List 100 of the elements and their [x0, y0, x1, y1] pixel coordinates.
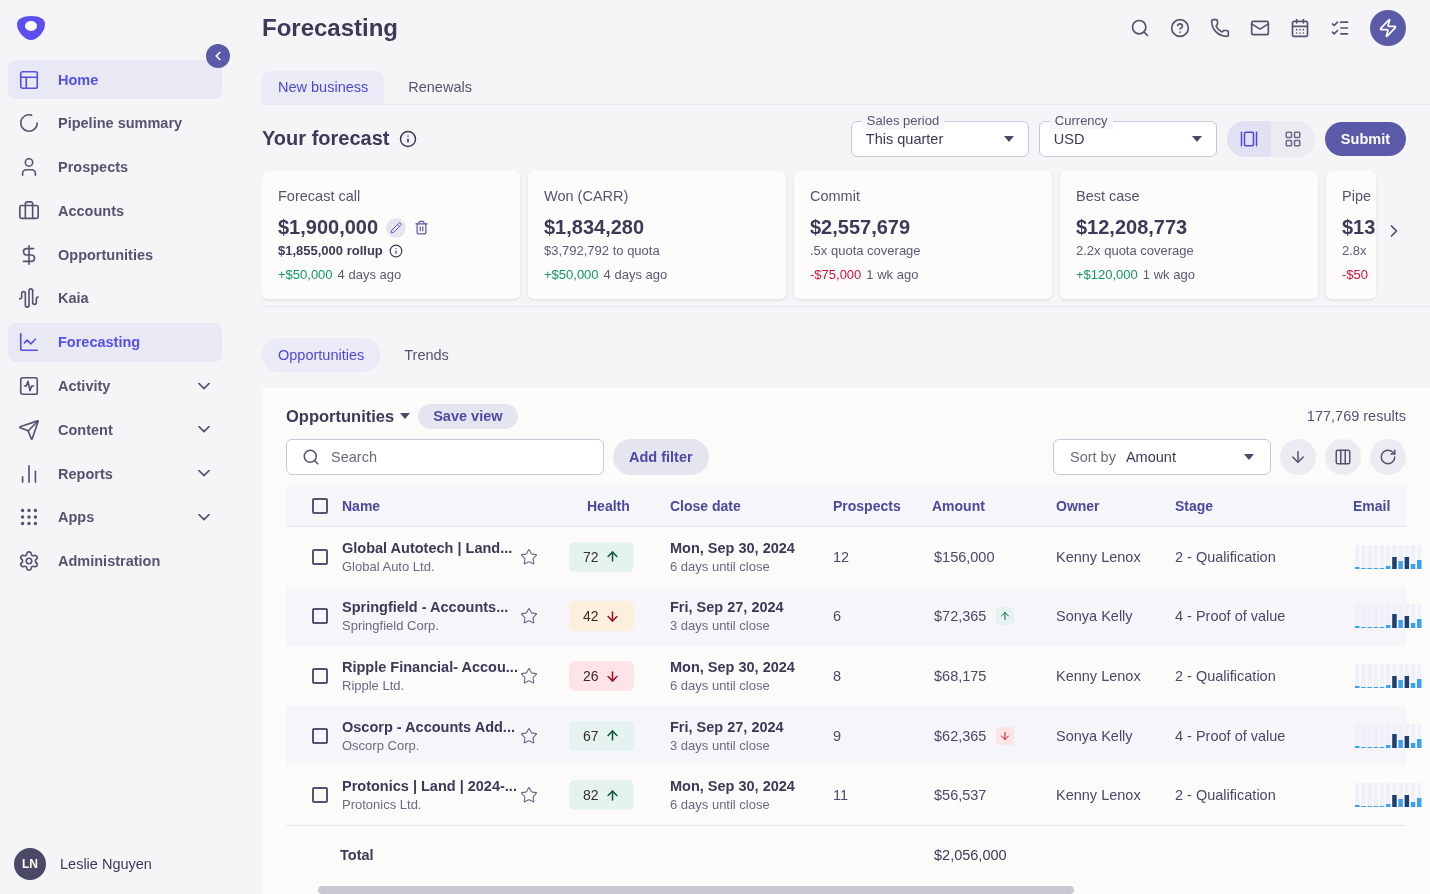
star-icon[interactable] — [520, 786, 538, 805]
help-icon[interactable] — [1170, 17, 1190, 38]
arrow-up-icon — [996, 607, 1015, 626]
caret-icon — [1191, 135, 1202, 142]
nav-item[interactable]: Apps — [8, 497, 222, 537]
layout-icon — [18, 68, 40, 91]
settings-icon — [18, 550, 40, 573]
opportunity-name[interactable]: Protonics | Land | 2024-... — [342, 778, 514, 795]
days-until-close: 3 days until close — [670, 618, 771, 634]
stage: 4 - Proof of value — [1174, 727, 1287, 744]
info-icon[interactable] — [388, 243, 403, 258]
collapse-sidebar-button[interactable] — [206, 44, 230, 68]
delete-icon[interactable] — [414, 220, 430, 236]
owner-name: Kenny Lenox — [1055, 668, 1142, 684]
star-icon[interactable] — [520, 667, 538, 685]
tab[interactable]: Renewals — [392, 70, 488, 104]
close-date: Mon, Sep 30, 2024 — [670, 539, 796, 556]
star-icon[interactable] — [520, 607, 538, 626]
scrollbar-thumb[interactable] — [318, 886, 1074, 894]
column-header[interactable]: Stage — [1159, 497, 1337, 514]
opportunity-name[interactable]: Global Autotech | Land... — [342, 539, 514, 556]
activity-icon — [18, 375, 40, 398]
column-header[interactable]: Prospects — [817, 497, 916, 514]
tab[interactable]: Opportunities — [262, 338, 381, 373]
opportunity-name[interactable]: Springfield - Accounts... — [342, 599, 514, 616]
card-subtitle: $3,792,792 to quota — [544, 243, 660, 259]
grid-icon — [1283, 129, 1302, 148]
columns-button[interactable] — [1325, 439, 1361, 476]
card-title: Best case — [1076, 187, 1141, 206]
sort-select[interactable]: Sort by Amount — [1053, 439, 1271, 476]
column-header[interactable]: Email — [1337, 497, 1406, 514]
search-field[interactable]: Search — [286, 439, 604, 476]
prospects-count: 12 — [832, 548, 851, 565]
row-checkbox[interactable] — [312, 548, 328, 565]
total-label: Total — [339, 846, 375, 863]
page-title: Forecasting — [262, 13, 400, 42]
nav-item[interactable]: Content — [8, 410, 222, 450]
refresh-button[interactable] — [1370, 439, 1406, 476]
nav-item[interactable]: Kaia — [8, 279, 222, 318]
edit-icon[interactable] — [386, 217, 407, 238]
card-time: 1 wk ago — [1142, 266, 1195, 282]
add-filter-button[interactable]: Add filter — [613, 439, 709, 476]
health-score: 72 — [569, 541, 634, 572]
nav-item[interactable]: Prospects — [8, 147, 222, 187]
view-dropdown[interactable]: Opportunities — [286, 406, 411, 426]
nav-item[interactable]: Administration — [8, 541, 222, 581]
save-view-button[interactable]: Save view — [418, 403, 518, 429]
card-title: Pipe — [1342, 187, 1373, 206]
nav-item[interactable]: Home — [8, 60, 222, 99]
opportunity-name[interactable]: Oscorp - Accounts Add... — [342, 718, 514, 735]
nav-item[interactable]: Opportunities — [8, 235, 222, 275]
briefcase-icon — [18, 199, 40, 222]
calendar-icon[interactable] — [1290, 17, 1310, 38]
star-icon[interactable] — [520, 547, 538, 566]
nav-item[interactable]: Activity — [8, 366, 222, 406]
column-header[interactable]: Owner — [1040, 497, 1159, 514]
results-count: 177,769 results — [1306, 408, 1406, 425]
amount: $156,000 — [934, 548, 995, 565]
row-checkbox[interactable] — [312, 727, 328, 744]
health-score: 42 — [569, 601, 634, 632]
row-checkbox[interactable] — [312, 608, 328, 625]
card-change: +$120,000 — [1076, 266, 1138, 282]
account-name: Oscorp Corp. — [342, 737, 421, 753]
phone-icon[interactable] — [1210, 17, 1230, 38]
column-header[interactable]: Close date — [654, 497, 817, 514]
nav-item[interactable]: Forecasting — [8, 322, 222, 362]
column-header[interactable]: Health — [569, 497, 654, 514]
sort-direction-button[interactable] — [1280, 439, 1316, 476]
nav-item[interactable]: Accounts — [8, 191, 222, 231]
arc-icon — [18, 112, 40, 135]
carousel-view-button[interactable] — [1226, 120, 1271, 157]
submit-button[interactable]: Submit — [1324, 121, 1406, 156]
card-subtitle: 2.8x — [1342, 243, 1367, 259]
refresh-icon — [1379, 448, 1397, 467]
row-checkbox[interactable] — [312, 668, 328, 684]
search-icon[interactable] — [1130, 17, 1150, 38]
info-icon[interactable] — [399, 129, 418, 148]
nav-item[interactable]: Pipeline summary — [8, 103, 222, 143]
health-score: 26 — [569, 661, 634, 691]
caret-icon — [400, 413, 411, 420]
user-avatar[interactable]: LN — [14, 848, 46, 880]
caret-icon — [1003, 135, 1014, 142]
card-change: +$50,000 — [278, 266, 333, 282]
account-name: Global Auto Ltd. — [342, 558, 436, 574]
nav-item[interactable]: Reports — [8, 454, 222, 494]
column-header[interactable]: Amount — [916, 497, 1040, 514]
close-date: Fri, Sep 27, 2024 — [670, 599, 785, 616]
column-header[interactable]: Name — [334, 497, 569, 514]
card-subtitle: .5x quota coverage — [810, 243, 921, 259]
star-icon[interactable] — [520, 726, 538, 745]
row-checkbox[interactable] — [312, 787, 328, 804]
card-value: $1,834,280 — [544, 216, 645, 240]
tab[interactable]: Trends — [388, 338, 465, 373]
lightning-button[interactable] — [1370, 9, 1406, 46]
select-all-checkbox[interactable] — [312, 497, 328, 514]
tab[interactable]: New business — [262, 70, 385, 104]
chart-icon — [18, 331, 40, 354]
card-subtitle: $1,855,000 rollup — [278, 243, 383, 259]
days-until-close: 6 days until close — [670, 678, 771, 693]
account-name: Protonics Ltd. — [342, 797, 423, 813]
